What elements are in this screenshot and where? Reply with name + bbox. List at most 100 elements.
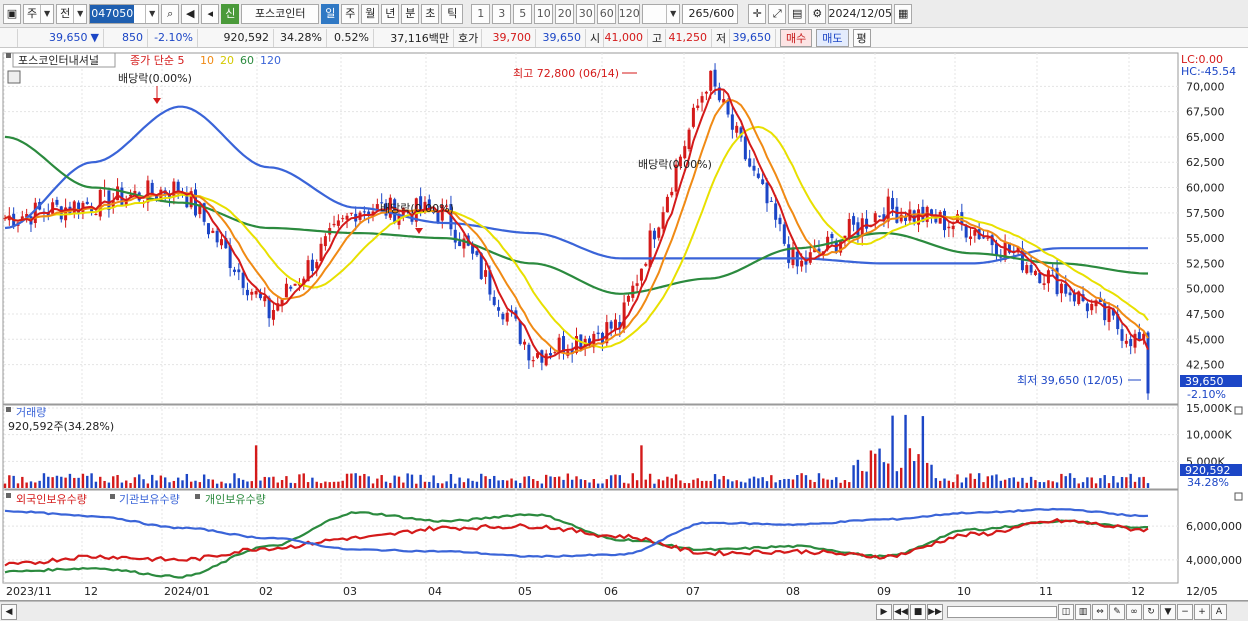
- volume-bar: [393, 475, 396, 488]
- legend-ma5[interactable]: 종가 단순 5: [130, 54, 184, 67]
- volume-bar: [112, 476, 115, 488]
- volume-bar: [605, 479, 609, 488]
- stock-name[interactable]: 포스코인터: [241, 3, 320, 24]
- chevron-down-icon: ▼: [73, 4, 86, 23]
- interval-20[interactable]: 20: [555, 3, 575, 24]
- close-pane-icon[interactable]: [1234, 406, 1243, 415]
- nav-prev-icon[interactable]: ◂: [201, 3, 220, 24]
- volume-bar: [943, 478, 946, 488]
- candle-body: [332, 223, 336, 226]
- interval-60[interactable]: 60: [597, 3, 617, 24]
- tools-icon[interactable]: ⤢: [768, 3, 787, 24]
- chart-area[interactable]: 포스코인터내셔널 종가 단순 5 10 20 60 120 LC:0.00 HC…: [0, 48, 1248, 601]
- calendar-icon[interactable]: ▦: [894, 3, 913, 24]
- prefix-select-value: 전: [60, 6, 71, 20]
- chevron-down-icon[interactable]: ▼: [145, 4, 158, 23]
- volume-bar: [592, 479, 596, 488]
- tab-period-minute[interactable]: 분: [401, 3, 420, 24]
- legend-ma10[interactable]: 10: [200, 54, 214, 67]
- interval-5[interactable]: 5: [513, 3, 533, 24]
- volume-bar: [397, 476, 401, 488]
- tab-period-tick[interactable]: 틱: [441, 3, 464, 24]
- search-icon[interactable]: ⌕: [161, 3, 180, 24]
- bottom-scrollbar[interactable]: ◀ ▶ ◀◀ ■ ▶▶ ◫ ▥ ⇔ ✎ ∞ ↻ ▼ − + A: [0, 601, 1248, 621]
- volume-bar: [999, 480, 1002, 488]
- ask-label: 호가: [454, 28, 482, 47]
- tab-period-day[interactable]: 일: [321, 3, 340, 24]
- prefix-select[interactable]: 전 ▼: [56, 3, 88, 24]
- legend-ma20[interactable]: 20: [220, 54, 234, 67]
- candle-body: [951, 225, 955, 230]
- interval-1[interactable]: 1: [471, 3, 491, 24]
- tab-period-month[interactable]: 월: [361, 3, 380, 24]
- legend-individual[interactable]: 개인보유수량: [205, 493, 266, 506]
- zoom-slider[interactable]: [947, 605, 1057, 618]
- interval-120[interactable]: 120: [618, 3, 641, 24]
- tab-period-year[interactable]: 년: [381, 3, 400, 24]
- fast-forward-icon[interactable]: ▶▶: [927, 603, 943, 620]
- save-icon[interactable]: ▤: [788, 3, 807, 24]
- refresh-icon[interactable]: ↻: [1143, 603, 1159, 620]
- candle-body: [626, 295, 630, 302]
- candle-body: [752, 165, 756, 171]
- scroll-track[interactable]: [17, 604, 875, 620]
- table-toggle-icon[interactable]: [7, 70, 21, 84]
- stop-icon[interactable]: ■: [910, 603, 926, 620]
- interval-select[interactable]: ▼: [642, 3, 681, 24]
- close-pane-icon[interactable]: [1234, 492, 1243, 501]
- price-tick-label: 62,500: [1186, 156, 1225, 169]
- count-max: /600: [709, 6, 735, 20]
- volume-bar: [432, 475, 435, 488]
- zoom-fit-icon[interactable]: ◫: [1058, 603, 1074, 620]
- high-price: 41,250: [666, 28, 712, 47]
- candle-body: [943, 210, 947, 231]
- tab-period-second[interactable]: 초: [421, 3, 440, 24]
- volume-bar: [826, 479, 829, 488]
- bid-price: 39,650: [536, 28, 586, 47]
- sell-button[interactable]: 매도: [816, 28, 849, 47]
- interval-3[interactable]: 3: [492, 3, 512, 24]
- draw-icon[interactable]: ✎: [1109, 603, 1125, 620]
- buy-button[interactable]: 매수: [780, 28, 813, 47]
- candle-body: [241, 272, 245, 288]
- gear-icon[interactable]: ⚙: [808, 3, 827, 24]
- crosshair-icon[interactable]: ✛: [748, 3, 767, 24]
- volume-bar: [181, 480, 184, 488]
- chart-canvas[interactable]: 포스코인터내셔널 종가 단순 5 10 20 60 120 LC:0.00 HC…: [0, 48, 1248, 601]
- stock-code-input[interactable]: 047050 ▼: [89, 3, 160, 24]
- evaluate-button[interactable]: 평: [852, 28, 871, 47]
- compare-icon[interactable]: ▥: [1075, 603, 1091, 620]
- zoom-out-icon[interactable]: −: [1177, 603, 1193, 620]
- speaker-icon[interactable]: ◀: [181, 3, 200, 24]
- candle-body: [743, 136, 747, 160]
- volume-bar: [1016, 481, 1020, 488]
- volume-title[interactable]: 거래량: [16, 406, 46, 419]
- legend-ma60[interactable]: 60: [240, 54, 254, 67]
- font-size-icon[interactable]: A: [1211, 603, 1227, 620]
- legend-institution[interactable]: 기관보유수량: [119, 493, 180, 506]
- candle-body: [362, 211, 366, 213]
- legend-foreign[interactable]: 외국인보유수량: [16, 493, 87, 506]
- scroll-right-icon[interactable]: ▶: [876, 603, 892, 620]
- zoom-in-icon[interactable]: +: [1194, 603, 1210, 620]
- volume-bar: [861, 470, 864, 488]
- volume-bar: [341, 480, 344, 488]
- legend-ma120[interactable]: 120: [260, 54, 281, 67]
- count-input[interactable]: 265 /600: [682, 3, 739, 24]
- scroll-left-icon[interactable]: ◀: [1, 603, 17, 620]
- tab-period-week[interactable]: 주: [341, 3, 360, 24]
- volume-bar: [16, 483, 20, 488]
- window-icon[interactable]: ▣: [3, 3, 21, 24]
- link-icon[interactable]: ∞: [1126, 603, 1142, 620]
- volume-pane-border: [2, 404, 1179, 490]
- scale-icon[interactable]: ⇔: [1092, 603, 1108, 620]
- volume-bar: [739, 481, 743, 488]
- rewind-icon[interactable]: ◀◀: [893, 603, 909, 620]
- volume-bar: [934, 478, 938, 488]
- scroll-down-icon[interactable]: ▼: [1160, 603, 1176, 620]
- interval-30[interactable]: 30: [576, 3, 596, 24]
- date-input[interactable]: 2024/12/05: [828, 3, 893, 24]
- volume-bar: [627, 483, 630, 488]
- period-select[interactable]: 주 ▼: [23, 3, 55, 24]
- interval-10[interactable]: 10: [534, 3, 554, 24]
